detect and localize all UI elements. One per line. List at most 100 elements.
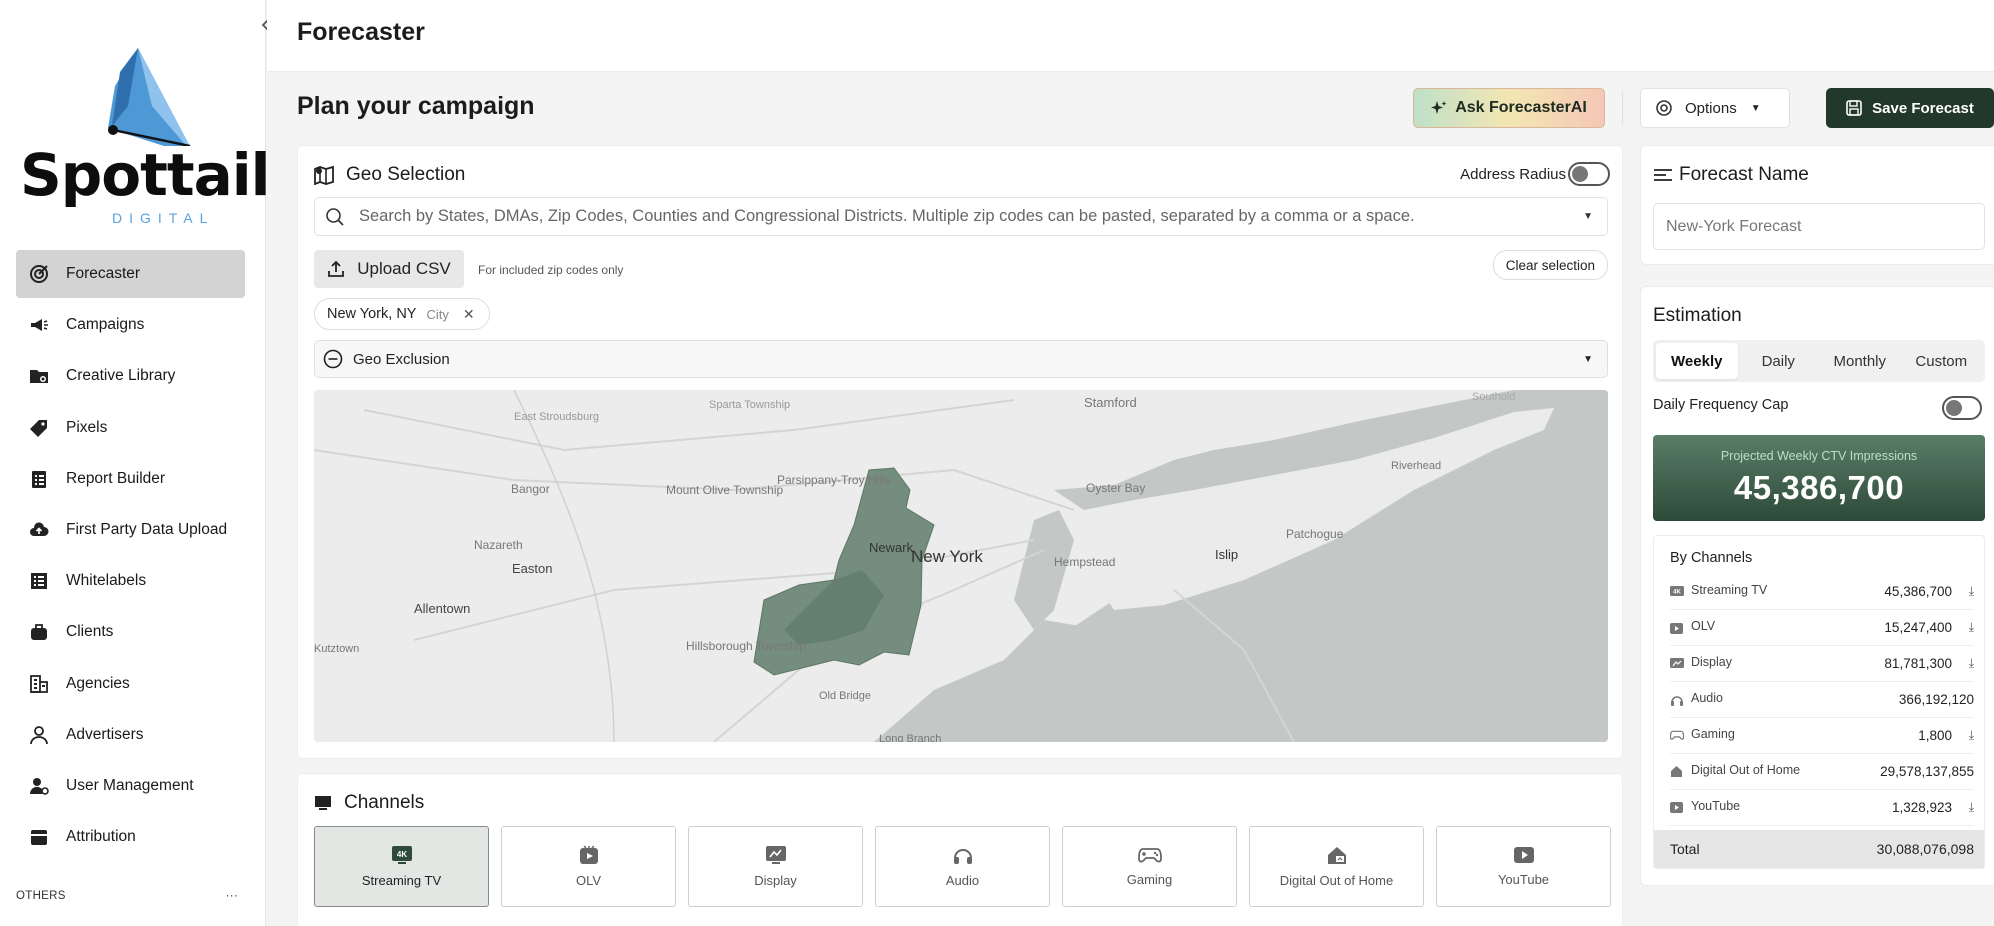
channel-row-name: YouTube	[1691, 798, 1741, 813]
channel-tile-streaming-tv[interactable]: 4K Streaming TV	[314, 826, 489, 907]
save-forecast-button[interactable]: Save Forecast	[1826, 88, 1994, 128]
channel-tile-olv[interactable]: OLV	[501, 826, 676, 907]
map-label-allentown: Allentown	[414, 601, 470, 616]
top-bar: Forecaster	[267, 0, 1994, 72]
tab-custom[interactable]: Custom	[1901, 343, 1983, 379]
channel-tile-audio[interactable]: Audio	[875, 826, 1050, 907]
tab-weekly[interactable]: Weekly	[1656, 343, 1738, 379]
channel-row-gaming: Gaming 1,800 ⤓	[1670, 718, 1974, 754]
sidebar-item-pixels[interactable]: Pixels	[16, 404, 245, 452]
total-value: 30,088,076,098	[1876, 841, 1974, 857]
channel-row-streaming-tv: 4K Streaming TV 45,386,700 ⤓	[1670, 574, 1974, 610]
download-icon[interactable]: ⤓	[1969, 800, 1974, 815]
geo-exclusion-dropdown[interactable]: Geo Exclusion ▼	[314, 340, 1608, 378]
map-label-east-stroudsburg: East Stroudsburg	[514, 411, 599, 423]
address-radius-toggle[interactable]	[1568, 162, 1610, 186]
channel-row-value: 366,192,120	[1898, 692, 1974, 707]
caret-down-icon: ▼	[1750, 102, 1761, 114]
sidebar-item-advertisers[interactable]: Advertisers	[16, 711, 245, 759]
sidebar-item-whitelabels[interactable]: Whitelabels	[16, 557, 245, 605]
video-icon	[579, 845, 598, 864]
channel-tile-label: Digital Out of Home	[1279, 873, 1394, 888]
headphones-icon	[1670, 693, 1684, 707]
ask-forecaster-ai-button[interactable]: Ask ForecasterAI	[1413, 88, 1605, 128]
sidebar-item-label: Report Builder	[66, 469, 166, 487]
sidebar-item-label: Whitelabels	[66, 572, 147, 590]
sidebar-item-label: Clients	[66, 623, 114, 641]
channel-row-value: 29,578,137,855	[1880, 764, 1974, 779]
brand-wordmark: Spottail	[20, 141, 271, 209]
download-icon[interactable]: ⤓	[1969, 620, 1974, 635]
sidebar-item-label: Pixels	[66, 418, 108, 436]
sidebar-item-label: User Management	[66, 776, 194, 794]
geo-map[interactable]: Stamford Southold Sparta Township East S…	[314, 390, 1608, 742]
geo-search-field[interactable]: ▼	[314, 197, 1608, 236]
tag-icon	[28, 417, 50, 439]
daily-frequency-cap-toggle[interactable]	[1942, 396, 1982, 420]
by-channels-label: By Channels	[1670, 550, 1753, 566]
video-icon	[1670, 621, 1684, 635]
sidebar-item-creative-library[interactable]: Creative Library	[16, 352, 245, 400]
download-icon[interactable]: ⤓	[1969, 584, 1974, 599]
save-label: Save Forecast	[1872, 99, 1974, 117]
sidebar-item-clients[interactable]: Clients	[16, 608, 245, 656]
tab-monthly[interactable]: Monthly	[1819, 343, 1901, 379]
geo-search-input[interactable]	[359, 207, 1559, 226]
channel-tile-youtube[interactable]: YouTube	[1436, 826, 1611, 907]
cloud-upload-icon	[28, 519, 50, 541]
sidebar-item-first-party-data-upload[interactable]: First Party Data Upload	[16, 506, 245, 554]
forecast-name-input[interactable]	[1653, 203, 1985, 250]
channel-row-value: 81,781,300	[1884, 656, 1952, 671]
caret-down-icon[interactable]: ▼	[1583, 211, 1593, 222]
channel-row-value: 45,386,700	[1884, 584, 1952, 599]
sidebar-item-attribution[interactable]: Attribution	[16, 813, 245, 861]
sidebar-item-label: Forecaster	[66, 265, 141, 282]
others-section[interactable]: OTHERS ···	[16, 890, 238, 902]
youtube-icon	[1670, 801, 1684, 815]
more-icon[interactable]: ···	[226, 890, 238, 902]
sidebar-item-report-builder[interactable]: Report Builder	[16, 455, 245, 503]
brand-logo[interactable]: Spottail DIGITAL	[20, 46, 271, 232]
sidebar: Spottail DIGITAL Forecaster Campaigns Cr…	[0, 0, 271, 926]
channel-row-name: Audio	[1691, 690, 1723, 705]
upload-csv-button[interactable]: Upload CSV	[314, 250, 464, 288]
sidebar-item-user-management[interactable]: User Management	[16, 762, 245, 810]
channel-tile-gaming[interactable]: Gaming	[1062, 826, 1237, 907]
map-label-parsippany: Parsippany-Troy Hills	[777, 473, 891, 487]
forecast-name-title: Forecast Name	[1679, 164, 1809, 185]
geo-selection-title: Geo Selection	[346, 164, 466, 185]
options-button[interactable]: Options ▼	[1640, 88, 1790, 128]
map-label-long-branch: Long Branch	[879, 733, 941, 742]
sail-logo-icon	[108, 48, 191, 146]
upload-icon	[328, 260, 345, 277]
channel-tile-display[interactable]: Display	[688, 826, 863, 907]
ask-label: Ask ForecasterAI	[1455, 99, 1587, 116]
sidebar-item-agencies[interactable]: Agencies	[16, 660, 245, 708]
sidebar-item-forecaster[interactable]: Forecaster	[16, 250, 245, 298]
download-icon[interactable]: ⤓	[1969, 728, 1974, 743]
report-icon	[28, 468, 50, 490]
sidebar-item-campaigns[interactable]: Campaigns	[16, 301, 245, 349]
channel-row-name: OLV	[1691, 618, 1716, 633]
projected-impressions-banner: Projected Weekly CTV Impressions 45,386,…	[1653, 435, 1985, 521]
list-icon	[28, 570, 50, 592]
target-icon	[28, 263, 50, 285]
tab-daily[interactable]: Daily	[1738, 343, 1820, 379]
total-label: Total	[1670, 841, 1700, 857]
sidebar-item-label: Advertisers	[66, 725, 144, 743]
page-title: Forecaster	[297, 18, 425, 46]
download-icon[interactable]: ⤓	[1969, 656, 1974, 671]
clear-selection-button[interactable]: Clear selection	[1492, 250, 1608, 280]
map-label-newark: Newark	[869, 540, 914, 555]
map-label-nazareth: Nazareth	[474, 538, 523, 552]
channel-tiles: 4K Streaming TV OLV Display Audio Gaming…	[314, 826, 1611, 907]
channel-tile-label: OLV	[575, 873, 602, 888]
channel-row-display: Display 81,781,300 ⤓	[1670, 646, 1974, 682]
map-canvas[interactable]: Stamford Southold Sparta Township East S…	[314, 390, 1608, 742]
billboard-icon	[1327, 847, 1346, 864]
daily-frequency-cap-label: Daily Frequency Cap	[1653, 397, 1789, 413]
close-icon[interactable]: ✕	[463, 306, 475, 323]
channel-row-name: Digital Out of Home	[1691, 762, 1801, 777]
geo-selection-header: Geo Selection	[314, 164, 465, 186]
channel-tile-digital-out-of-home[interactable]: Digital Out of Home	[1249, 826, 1424, 907]
